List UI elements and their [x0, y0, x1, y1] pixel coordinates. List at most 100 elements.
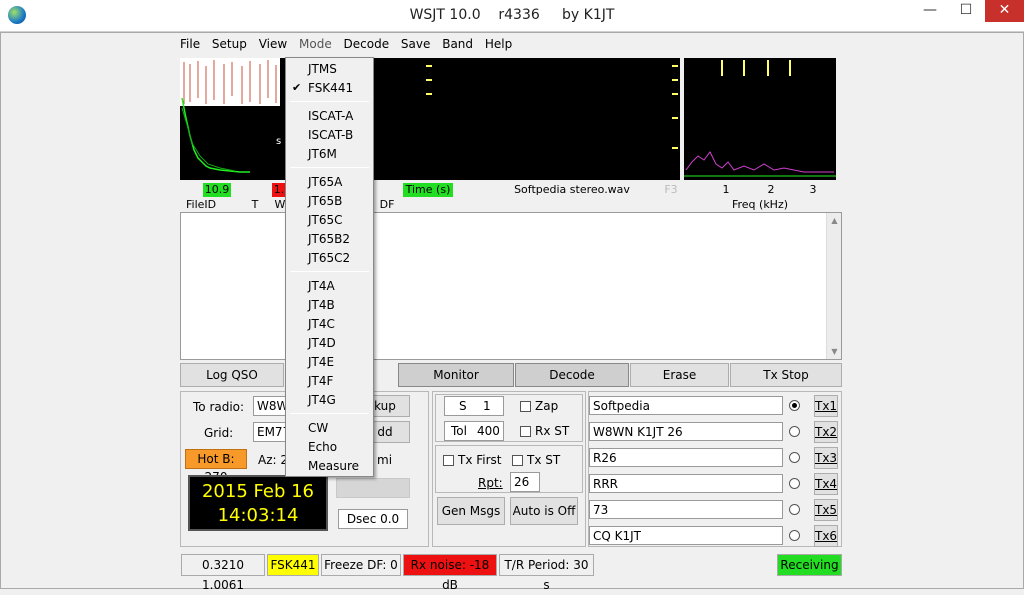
clock-date: 2015 Feb 16 — [201, 481, 315, 502]
grid-input[interactable]: EM77 — [253, 422, 290, 442]
menu-save[interactable]: Save — [397, 35, 434, 53]
mode-menu-item[interactable]: JTMS — [286, 60, 373, 78]
receiving-status: Receiving — [777, 554, 842, 576]
rx-noise-status: Rx noise: -18 dB — [403, 554, 497, 592]
mode-menu-item-label: Measure — [308, 459, 359, 473]
tx-send-button[interactable]: Tx3 — [814, 447, 838, 469]
maximize-button[interactable]: ☐ — [949, 0, 983, 22]
mode-menu-item-label: JT65B — [308, 194, 343, 208]
waterfall-display[interactable]: s — [180, 58, 680, 180]
tx-select-radio[interactable] — [789, 478, 800, 489]
tx-select-radio[interactable] — [789, 400, 800, 411]
mode-menu-item[interactable]: ISCAT-A — [286, 107, 373, 125]
decoded-text-area[interactable] — [180, 212, 842, 360]
window-title: WSJT 10.0 r4336 by K1JT — [409, 7, 615, 23]
mode-menu-item[interactable]: JT65B — [286, 192, 373, 210]
menu-setup[interactable]: Setup — [208, 35, 251, 53]
mode-menu-item[interactable]: CW — [286, 419, 373, 437]
mode-menu-item[interactable]: JT4C — [286, 315, 373, 333]
mode-menu-item[interactable]: JT65C2 — [286, 249, 373, 267]
tx-message-input[interactable]: CQ K1JT — [589, 526, 783, 545]
mode-menu-item-label: JT4G — [308, 393, 336, 407]
tx-message-input[interactable]: RRR — [589, 474, 783, 493]
dsec-field: Dsec 0.0 — [338, 509, 408, 529]
scroll-down-icon[interactable]: ▼ — [827, 344, 842, 359]
mode-menu-item[interactable]: JT4E — [286, 353, 373, 371]
close-button[interactable]: ✕ — [985, 0, 1024, 22]
s-label: S — [459, 399, 467, 413]
to-radio-label: To radio: — [193, 400, 245, 414]
progress-box — [336, 478, 410, 498]
f-label: F3 — [664, 183, 678, 196]
mode-menu-item[interactable]: JT4D — [286, 334, 373, 352]
col-t: T — [251, 198, 259, 211]
spectrum-display[interactable] — [684, 58, 836, 180]
col-df: DF — [379, 198, 395, 211]
level-indicator-2: 1. — [272, 183, 286, 197]
tx-send-button[interactable]: Tx1 — [814, 395, 838, 417]
tx-st-checkbox-box[interactable] — [512, 455, 523, 466]
mode-menu-item[interactable]: Echo — [286, 438, 373, 456]
waterfall-graphic: s — [180, 58, 678, 173]
mode-menu-item[interactable]: JT6M — [286, 145, 373, 163]
menu-file[interactable]: File — [176, 35, 204, 53]
tx-select-radio[interactable] — [789, 504, 800, 515]
tx-send-button[interactable]: Tx2 — [814, 421, 838, 443]
menu-help[interactable]: Help — [481, 35, 516, 53]
tx-message-input[interactable]: Softpedia — [589, 396, 783, 415]
rpt-label: Rpt: — [478, 476, 503, 490]
menu-separator — [290, 413, 369, 414]
zap-checkbox-box[interactable] — [520, 401, 531, 412]
tx-send-button[interactable]: Tx5 — [814, 499, 838, 521]
to-radio-input[interactable]: W8W — [253, 396, 288, 416]
mode-menu-item[interactable]: JT65C — [286, 211, 373, 229]
utc-clock: 2015 Feb 16 14:03:14 — [188, 475, 328, 531]
mode-menu-item[interactable]: ISCAT-B — [286, 126, 373, 144]
mode-menu-item[interactable]: JT4G — [286, 391, 373, 409]
tx-message-input[interactable]: W8WN K1JT 26 — [589, 422, 783, 441]
zap-checkbox[interactable]: Zap — [520, 399, 558, 413]
scroll-up-icon[interactable]: ▲ — [827, 213, 842, 228]
tx-select-radio[interactable] — [789, 426, 800, 437]
tx-send-button[interactable]: Tx6 — [814, 525, 838, 547]
ratio-status: 0.3210 1.0061 — [181, 554, 265, 592]
minimize-button[interactable]: — — [913, 0, 947, 22]
menu-mode[interactable]: Mode — [295, 35, 336, 53]
tx-message-input[interactable]: 73 — [589, 500, 783, 519]
auto-tx-button[interactable]: Auto is Off — [510, 497, 578, 525]
mode-menu-item[interactable]: JT4B — [286, 296, 373, 314]
rx-st-checkbox[interactable]: Rx ST — [520, 424, 569, 438]
mode-menu-item[interactable]: JT65B2 — [286, 230, 373, 248]
tx-select-radio[interactable] — [789, 530, 800, 541]
rx-st-checkbox-box[interactable] — [520, 426, 531, 437]
tx-send-button[interactable]: Tx4 — [814, 473, 838, 495]
log-qso-button[interactable]: Log QSO — [180, 363, 284, 387]
scrollbar[interactable]: ▲ ▼ — [826, 213, 841, 359]
menu-decode[interactable]: Decode — [340, 35, 394, 53]
tx-st-checkbox[interactable]: Tx ST — [512, 453, 560, 467]
monitor-button[interactable]: Monitor — [398, 363, 514, 387]
tx-first-checkbox[interactable]: Tx First — [443, 453, 502, 467]
mode-menu-item[interactable]: FSK441 ✔ — [286, 79, 373, 97]
tx-stop-button[interactable]: Tx Stop — [730, 363, 842, 387]
menu-band[interactable]: Band — [438, 35, 477, 53]
tx-select-radio[interactable] — [789, 452, 800, 463]
erase-button[interactable]: Erase — [630, 363, 729, 387]
gen-msgs-button[interactable]: Gen Msgs — [437, 497, 505, 525]
rpt-input[interactable]: 26 — [510, 472, 540, 492]
freq-tick-1: 1 — [722, 183, 730, 196]
mode-menu-item[interactable]: Measure — [286, 457, 373, 475]
menu-separator — [290, 271, 369, 272]
filename-label: Softpedia stereo.wav — [514, 183, 630, 196]
mode-menu-item[interactable]: JT4F — [286, 372, 373, 390]
mode-menu-item[interactable]: JT4A — [286, 277, 373, 295]
tol-spinner[interactable]: Tol 400 — [444, 421, 504, 441]
tx-message-input[interactable]: R26 — [589, 448, 783, 467]
s-spinner[interactable]: S 1 — [444, 396, 504, 416]
mode-menu-item-label: JT4E — [308, 355, 335, 369]
mode-menu-item[interactable]: JT65A — [286, 173, 373, 191]
decode-button[interactable]: Decode — [515, 363, 629, 387]
mode-menu-item-label: FSK441 — [308, 81, 354, 95]
menu-view[interactable]: View — [255, 35, 291, 53]
tx-first-checkbox-box[interactable] — [443, 455, 454, 466]
